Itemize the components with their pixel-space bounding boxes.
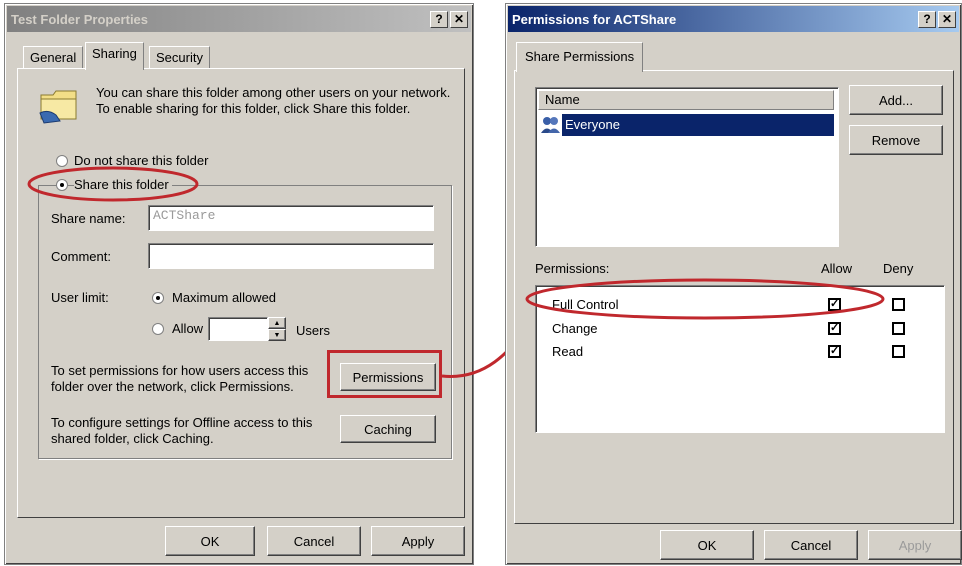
name-column-header[interactable]: Name [538, 90, 834, 110]
permission-row: Read ✓ [536, 341, 936, 363]
comment-label: Comment: [51, 249, 111, 264]
spin-down-button[interactable]: ▼ [268, 329, 286, 341]
deny-column-header: Deny [883, 261, 914, 276]
full-control-deny-checkbox[interactable] [892, 298, 905, 311]
help-button[interactable]: ? [430, 10, 448, 28]
sharing-tab-panel: You can share this folder among other us… [17, 68, 465, 518]
read-allow-checkbox[interactable]: ✓ [828, 345, 841, 358]
full-control-highlight [525, 278, 885, 320]
change-deny-checkbox[interactable] [892, 322, 905, 335]
apply-button[interactable]: Apply [371, 526, 465, 556]
name-list[interactable]: Name Everyone [535, 87, 839, 247]
cancel-button[interactable]: Cancel [764, 530, 858, 560]
tab-security[interactable]: Security [149, 46, 210, 68]
add-button[interactable]: Add... [849, 85, 943, 115]
sharing-intro-text: You can share this folder among other us… [96, 85, 451, 116]
caching-help-text: To configure settings for Offline access… [51, 415, 313, 446]
permissions-button-highlight [327, 350, 442, 398]
permission-name: Read [552, 344, 584, 359]
maximum-allowed-radio[interactable] [152, 292, 164, 304]
caching-button[interactable]: Caching [340, 415, 436, 443]
allow-users-count-field[interactable] [208, 317, 268, 341]
ok-button[interactable]: OK [660, 530, 754, 560]
allow-label[interactable]: Allow [172, 321, 203, 336]
ok-button[interactable]: OK [165, 526, 255, 556]
tab-sharing[interactable]: Sharing [85, 42, 144, 70]
apply-button[interactable]: Apply [868, 530, 962, 560]
allow-column-header: Allow [821, 261, 853, 276]
tab-general[interactable]: General [23, 46, 84, 68]
permissions-label: Permissions: [535, 261, 610, 276]
shared-folder-icon [39, 90, 77, 124]
title-bar[interactable]: Test Folder Properties ? ✕ [7, 6, 471, 32]
help-button[interactable]: ? [918, 10, 936, 28]
read-deny-checkbox[interactable] [892, 345, 905, 358]
dialog-title: Permissions for ACTShare [512, 11, 677, 27]
title-bar[interactable]: Permissions for ACTShare ? ✕ [508, 6, 959, 32]
allow-radio[interactable] [152, 323, 164, 335]
user-limit-label: User limit: [51, 290, 109, 305]
close-button[interactable]: ✕ [938, 10, 956, 28]
dialog-title: Test Folder Properties [11, 11, 149, 27]
permissions-help-text: To set permissions for how users access … [51, 363, 309, 394]
permission-name: Change [552, 321, 598, 336]
list-item[interactable]: Everyone [540, 114, 836, 136]
cancel-button[interactable]: Cancel [267, 526, 361, 556]
share-this-folder-highlight [27, 166, 199, 202]
comment-field[interactable] [148, 243, 434, 269]
test-folder-properties-dialog: Test Folder Properties ? ✕ General Shari… [4, 3, 474, 565]
group-users-icon [541, 117, 560, 133]
users-label: Users [296, 323, 330, 338]
users-spinner[interactable]: ▲ ▼ [268, 317, 286, 341]
close-button[interactable]: ✕ [450, 10, 468, 28]
tab-share-permissions[interactable]: Share Permissions [516, 42, 644, 72]
share-name-label: Share name: [51, 211, 126, 226]
share-name-field[interactable]: ACTShare [148, 205, 434, 231]
remove-button[interactable]: Remove [849, 125, 943, 155]
spin-up-button[interactable]: ▲ [268, 317, 286, 329]
everyone-label[interactable]: Everyone [562, 114, 834, 136]
change-allow-checkbox[interactable]: ✓ [828, 322, 841, 335]
maximum-allowed-label[interactable]: Maximum allowed [172, 290, 276, 305]
